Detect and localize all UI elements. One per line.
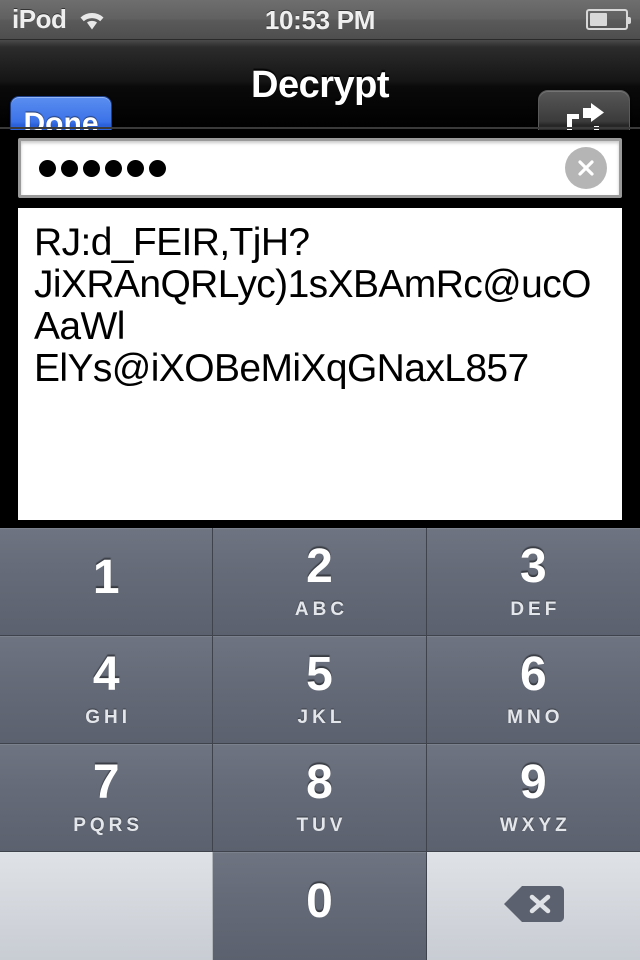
key-3[interactable]: 3 DEF bbox=[426, 528, 640, 636]
key-letters-label: ABC bbox=[294, 598, 349, 620]
key-4[interactable]: 4 GHI bbox=[0, 636, 214, 744]
key-digit-label: 5 bbox=[306, 647, 333, 701]
battery-icon bbox=[586, 9, 631, 30]
delete-key[interactable] bbox=[426, 852, 640, 960]
key-digit-label: 9 bbox=[519, 755, 547, 809]
password-masked-value bbox=[21, 159, 166, 177]
clear-icon[interactable] bbox=[565, 147, 607, 189]
key-digit-label: 6 bbox=[519, 647, 547, 701]
ciphertext-value: RJ:d_FEIR,TjH? JiXRAnQRLyc)1sXBAmRc@ucOA… bbox=[34, 221, 591, 390]
key-letters-label: PQRS bbox=[73, 814, 144, 836]
key-1[interactable]: 1 bbox=[0, 528, 214, 636]
key-letters-label: TUV bbox=[296, 814, 347, 836]
numeric-keypad: 1 2 ABC 3 DEF 4 GHI 5 JKL 6 MNO 7 PQRS 8 bbox=[0, 528, 640, 960]
key-letters-label: JKL bbox=[297, 706, 346, 728]
key-0[interactable]: 0 bbox=[213, 852, 427, 960]
password-input[interactable] bbox=[18, 138, 622, 198]
navigation-bar: Decrypt Done bbox=[0, 40, 640, 158]
key-digit-label: 0 bbox=[306, 875, 333, 928]
key-7[interactable]: 7 PQRS bbox=[0, 744, 214, 852]
backspace-icon bbox=[502, 882, 565, 931]
key-letters-label: WXYZ bbox=[499, 814, 571, 836]
key-digit-label: 3 bbox=[519, 539, 547, 593]
key-letters-label: GHI bbox=[85, 706, 132, 728]
content-area: RJ:d_FEIR,TjH? JiXRAnQRLyc)1sXBAmRc@ucOA… bbox=[0, 130, 640, 528]
status-bar: iPod 10:53 PM bbox=[0, 0, 640, 40]
key-6[interactable]: 6 MNO bbox=[426, 636, 640, 744]
key-letters-label: MNO bbox=[507, 706, 564, 728]
key-9[interactable]: 9 WXYZ bbox=[426, 744, 640, 852]
key-letters-label: DEF bbox=[510, 598, 561, 620]
clock-label: 10:53 PM bbox=[264, 4, 376, 35]
key-digit-label: 1 bbox=[92, 550, 120, 604]
key-8[interactable]: 8 TUV bbox=[213, 744, 427, 852]
key-digit-label: 4 bbox=[92, 647, 120, 701]
ciphertext-field[interactable]: RJ:d_FEIR,TjH? JiXRAnQRLyc)1sXBAmRc@ucOA… bbox=[18, 208, 622, 520]
key-digit-label: 2 bbox=[306, 539, 333, 593]
key-2[interactable]: 2 ABC bbox=[213, 528, 427, 636]
app-screen: iPod 10:53 PM Decrypt Done RJ:d_FEIR,TjH… bbox=[0, 0, 640, 960]
key-digit-label: 8 bbox=[306, 755, 333, 809]
key-blank bbox=[0, 852, 214, 960]
key-5[interactable]: 5 JKL bbox=[213, 636, 427, 744]
key-digit-label: 7 bbox=[92, 755, 120, 809]
